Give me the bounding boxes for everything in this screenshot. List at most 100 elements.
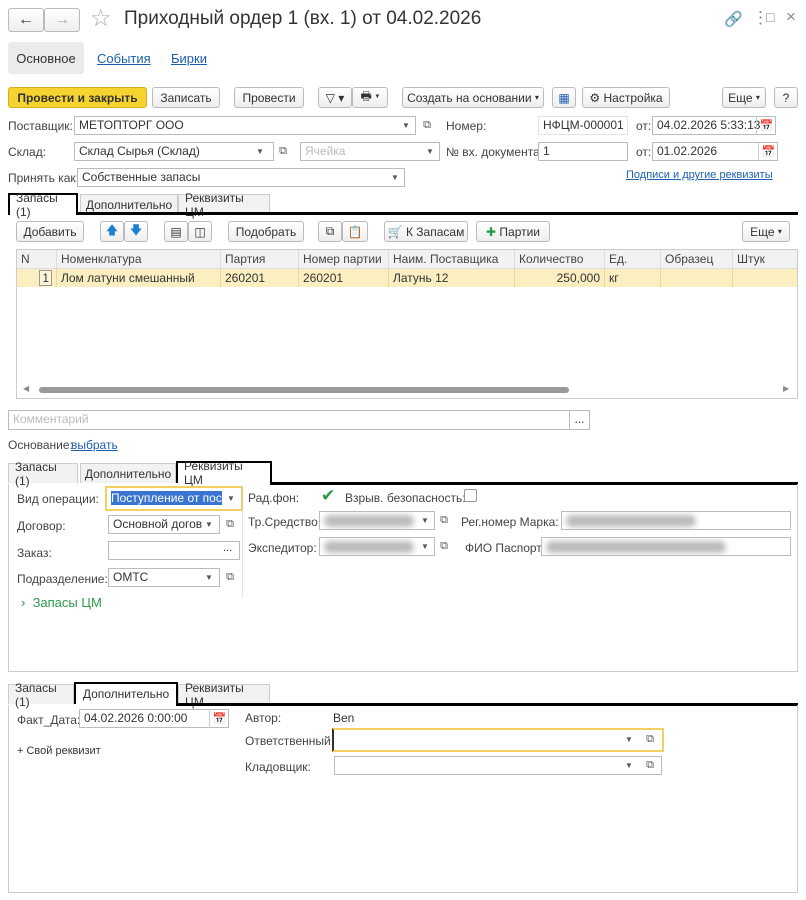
- maximize-icon[interactable]: □: [766, 9, 774, 25]
- stock-cm-group[interactable]: › Запасы ЦМ: [21, 595, 102, 610]
- reg-field[interactable]: [561, 511, 791, 530]
- paste-button[interactable]: 📋: [342, 221, 368, 242]
- star-icon[interactable]: ☆: [90, 4, 112, 33]
- storekeeper-dropdown-icon[interactable]: ▼: [621, 756, 637, 775]
- warehouse-open-icon[interactable]: ⧉: [274, 142, 292, 161]
- cell-dropdown-icon[interactable]: ▼: [422, 142, 438, 161]
- horizontal-scrollbar[interactable]: [39, 387, 569, 393]
- tab-stock[interactable]: Запасы (1): [8, 460, 78, 488]
- stock-table[interactable]: N Номенклатура Партия Номер партии Наим.…: [16, 249, 798, 399]
- tab-cm[interactable]: Реквизиты ЦМ: [178, 681, 270, 709]
- fact-date-field[interactable]: 04.02.2026 0:00:00: [79, 709, 229, 728]
- settings-button[interactable]: ⚙ Настройка: [582, 87, 670, 108]
- supplier-open-icon[interactable]: ⧉: [418, 116, 436, 135]
- storekeeper-open-icon[interactable]: ⧉: [641, 756, 659, 775]
- save-button[interactable]: Записать: [152, 87, 220, 108]
- move-up-button[interactable]: 🡅: [100, 221, 124, 242]
- division-open-icon[interactable]: ⧉: [221, 568, 239, 587]
- explosive-checkbox[interactable]: [464, 489, 477, 502]
- more-button[interactable]: Еще ▾: [722, 87, 766, 108]
- op-type-dropdown-icon[interactable]: ▼: [223, 489, 239, 508]
- scrollbar-right-icon[interactable]: ▶: [783, 384, 789, 393]
- tab-additional[interactable]: Дополнительно: [80, 463, 176, 483]
- col-unit[interactable]: Ед.: [605, 250, 661, 269]
- tab-cm[interactable]: Реквизиты ЦМ: [176, 459, 272, 487]
- tab-main[interactable]: Основное: [8, 42, 84, 74]
- calendar-icon[interactable]: 📅: [758, 142, 778, 161]
- contract-label: Договор:: [17, 519, 66, 533]
- calendar-icon[interactable]: 📅: [756, 116, 776, 135]
- post-button[interactable]: Провести: [234, 87, 304, 108]
- to-stock-button[interactable]: 🛒 К Запасам: [384, 221, 468, 242]
- order-select-button[interactable]: ...: [223, 542, 232, 554]
- tab-cm[interactable]: Реквизиты ЦМ: [178, 191, 270, 219]
- warehouse-dropdown-icon[interactable]: ▼: [252, 142, 268, 161]
- accept-as-field[interactable]: Собственные запасы: [77, 168, 405, 187]
- tab-stock[interactable]: Запасы (1): [8, 681, 74, 709]
- division-dropdown-icon[interactable]: ▼: [201, 568, 217, 587]
- add-own-attribute-button[interactable]: + Свой реквизит: [17, 745, 101, 757]
- order-field[interactable]: [108, 541, 240, 560]
- tab-events[interactable]: События: [97, 51, 151, 66]
- in-doc-field[interactable]: 1: [538, 142, 628, 161]
- contract-dropdown-icon[interactable]: ▼: [201, 515, 217, 534]
- add-button[interactable]: Добавить: [16, 221, 84, 242]
- tab-additional[interactable]: Дополнительно: [74, 682, 178, 704]
- link-icon[interactable]: 🔗: [724, 10, 743, 28]
- responsible-open-icon[interactable]: ⧉: [641, 730, 659, 749]
- comment-expand-button[interactable]: ...: [569, 410, 590, 430]
- copy-button[interactable]: ⧉: [318, 221, 342, 242]
- tab-additional[interactable]: Дополнительно: [80, 194, 178, 214]
- responsible-dropdown-icon[interactable]: ▼: [621, 730, 637, 749]
- calendar-icon[interactable]: 📅: [209, 709, 229, 728]
- comment-field[interactable]: Комментарий: [8, 410, 570, 430]
- vehicle-dropdown-icon[interactable]: ▼: [417, 511, 433, 530]
- supplier-field[interactable]: МЕТОПТОРГ ООО: [74, 116, 416, 135]
- basis-select-link[interactable]: выбрать: [71, 438, 118, 452]
- print-button[interactable]: 🖶 ▾: [352, 87, 388, 108]
- contract-open-icon[interactable]: ⧉: [221, 515, 239, 534]
- close-icon[interactable]: ×: [786, 7, 796, 27]
- forwarder-dropdown-icon[interactable]: ▼: [417, 537, 433, 556]
- cell-field[interactable]: Ячейка: [300, 142, 440, 161]
- table-row[interactable]: 1 Лом латуни смешанный 260201 260201 Лат…: [17, 269, 797, 287]
- forwarder-open-icon[interactable]: ⧉: [435, 537, 453, 556]
- tab-stock[interactable]: Запасы (1): [8, 191, 78, 219]
- supplier-label: Поставщик:: [8, 119, 73, 133]
- number-field[interactable]: НФЦМ-000001: [538, 116, 628, 135]
- storekeeper-field[interactable]: [334, 756, 662, 775]
- passport-field[interactable]: [541, 537, 791, 556]
- add-doc-icon: ✚: [485, 224, 497, 239]
- col-item[interactable]: Номенклатура: [57, 250, 221, 269]
- copy-icon: ⧉: [325, 224, 335, 238]
- responsible-field[interactable]: [332, 728, 664, 752]
- batches-button[interactable]: ✚ Партии: [476, 221, 550, 242]
- col-batch[interactable]: Партия: [221, 250, 299, 269]
- help-button[interactable]: ?: [774, 87, 798, 108]
- structure-button[interactable]: ▦: [552, 87, 576, 108]
- col-n[interactable]: N: [17, 250, 57, 269]
- accept-as-dropdown-icon[interactable]: ▼: [387, 168, 403, 187]
- signatures-link[interactable]: Подписи и другие реквизиты: [626, 169, 773, 181]
- back-button[interactable]: ←: [8, 8, 44, 32]
- scrollbar-left-icon[interactable]: ◀: [23, 384, 29, 393]
- col-quantity[interactable]: Количество: [515, 250, 605, 269]
- warehouse-field[interactable]: Склад Сырья (Склад): [74, 142, 274, 161]
- table-more-button[interactable]: Еще ▾: [742, 221, 790, 242]
- data-collection-button[interactable]: ◫: [188, 221, 212, 242]
- supplier-dropdown-icon[interactable]: ▼: [398, 116, 414, 135]
- tab-tags[interactable]: Бирки: [171, 51, 207, 66]
- col-pieces[interactable]: Штук: [733, 250, 797, 269]
- col-batch-number[interactable]: Номер партии: [299, 250, 389, 269]
- forward-button[interactable]: →: [44, 8, 80, 32]
- rad-checkbox[interactable]: ✔: [321, 486, 335, 506]
- col-sample[interactable]: Образец: [661, 250, 733, 269]
- pick-button[interactable]: Подобрать: [228, 221, 304, 242]
- barcode-button[interactable]: ▤: [164, 221, 188, 242]
- post-and-close-button[interactable]: Провести и закрыть: [8, 87, 147, 108]
- col-supplier-name[interactable]: Наим. Поставщика: [389, 250, 515, 269]
- create-based-button[interactable]: Создать на основании ▾: [402, 87, 544, 108]
- vehicle-open-icon[interactable]: ⧉: [435, 511, 453, 530]
- filter-button[interactable]: ▽ ▾: [318, 87, 352, 108]
- move-down-button[interactable]: 🡇: [124, 221, 148, 242]
